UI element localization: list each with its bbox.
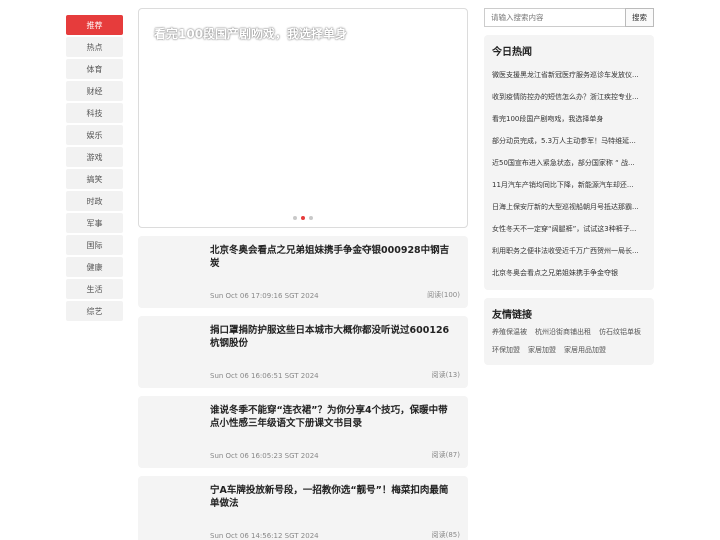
nav-item-politics[interactable]: 时政 <box>66 191 123 211</box>
hot-news-item[interactable]: 北京冬奥会看点之兄弟姐妹携手争金夺银 <box>492 262 646 284</box>
article-read-count: 阅读(100) <box>427 291 460 299</box>
nav-item-life[interactable]: 生活 <box>66 279 123 299</box>
nav-item-games[interactable]: 游戏 <box>66 147 123 167</box>
article-date: Sun Oct 06 16:05:23 SGT 2024 <box>210 452 319 460</box>
carousel-dot[interactable] <box>293 216 297 220</box>
article-title[interactable]: 捐口罩捐防护服这些日本城市大概你都没听说过600126杭钢股份 <box>210 324 456 350</box>
nav-item-variety[interactable]: 综艺 <box>66 301 123 321</box>
friend-links-title: 友情链接 <box>492 310 532 321</box>
nav-item-hot[interactable]: 热点 <box>66 37 123 57</box>
carousel-dots <box>139 216 467 220</box>
hot-news-item[interactable]: 女性冬天不一定穿“阔腿裤”，试试这3种裤子... <box>492 218 646 240</box>
nav-item-international[interactable]: 国际 <box>66 235 123 255</box>
nav-item-finance[interactable]: 财经 <box>66 81 123 101</box>
search-bar: 搜索 <box>484 8 654 27</box>
article-date: Sun Oct 06 14:56:12 SGT 2024 <box>210 532 319 540</box>
article-title[interactable]: 北京冬奥会看点之兄弟姐妹携手争金夺银000928中钢吉炭 <box>210 244 456 270</box>
nav-item-entertainment[interactable]: 娱乐 <box>66 125 123 145</box>
friend-link[interactable]: 家居用品加盟 <box>564 345 606 355</box>
hot-news-title: 今日热闻 <box>492 47 532 58</box>
category-nav: 推荐 热点 体育 财经 科技 娱乐 游戏 搞笑 时政 军事 国际 健康 生活 综… <box>66 15 123 323</box>
article-title[interactable]: 谁说冬季不能穿“连衣裙”？为你分享4个技巧，保暖中带点小性感三年级语文下册课文书… <box>210 404 456 430</box>
friend-link[interactable]: 环保加盟 <box>492 345 520 355</box>
article-thumbnail[interactable] <box>138 396 200 468</box>
article-read-count: 阅读(85) <box>431 531 460 539</box>
sidebar: 搜索 今日热闻 微医支援黑龙江省新冠医疗服务巡诊车发放仪... 收到疫情防控办的… <box>484 8 654 365</box>
friend-links-panel: 友情链接 养殖保温被 杭州沿街商铺出租 仿石纹铝单板 环保加盟 家居加盟 家居用… <box>484 298 654 365</box>
banner-title[interactable]: 看完100段国产剧吻戏，我选择单身 <box>154 25 347 42</box>
main-content: 看完100段国产剧吻戏，我选择单身 北京冬奥会看点之兄弟姐妹携手争金夺银0009… <box>138 8 468 540</box>
carousel-dot[interactable] <box>309 216 313 220</box>
friend-link[interactable]: 养殖保温被 <box>492 327 527 337</box>
friend-link[interactable]: 家居加盟 <box>528 345 556 355</box>
hot-news-item[interactable]: 收到疫情防控办的短信怎么办？浙江疾控专业... <box>492 86 646 108</box>
hot-news-item[interactable]: 看完100段国产剧吻戏，我选择单身 <box>492 108 646 130</box>
friend-link[interactable]: 仿石纹铝单板 <box>599 327 641 337</box>
search-button[interactable]: 搜索 <box>625 8 654 27</box>
nav-item-health[interactable]: 健康 <box>66 257 123 277</box>
hot-news-item[interactable]: 利用职务之便非法收受近千万广西贺州一局长... <box>492 240 646 262</box>
carousel-dot-active[interactable] <box>301 216 305 220</box>
article-date: Sun Oct 06 17:09:16 SGT 2024 <box>210 292 319 300</box>
article-card[interactable]: 北京冬奥会看点之兄弟姐妹携手争金夺银000928中钢吉炭 Sun Oct 06 … <box>138 236 468 308</box>
article-card[interactable]: 捐口罩捐防护服这些日本城市大概你都没听说过600126杭钢股份 Sun Oct … <box>138 316 468 388</box>
article-date: Sun Oct 06 16:06:51 SGT 2024 <box>210 372 319 380</box>
nav-item-tech[interactable]: 科技 <box>66 103 123 123</box>
hot-news-item[interactable]: 近50国宣布进入紧急状态，部分国家称 “ 战... <box>492 152 646 174</box>
article-card[interactable]: 谁说冬季不能穿“连衣裙”？为你分享4个技巧，保暖中带点小性感三年级语文下册课文书… <box>138 396 468 468</box>
article-read-count: 阅读(13) <box>431 371 460 379</box>
article-thumbnail[interactable] <box>138 236 200 308</box>
friend-link[interactable]: 杭州沿街商铺出租 <box>535 327 591 337</box>
hot-news-item[interactable]: 11月汽车产销均同比下降，新能源汽车却还... <box>492 174 646 196</box>
hot-news-panel: 今日热闻 微医支援黑龙江省新冠医疗服务巡诊车发放仪... 收到疫情防控办的短信怎… <box>484 35 654 290</box>
hot-news-item[interactable]: 微医支援黑龙江省新冠医疗服务巡诊车发放仪... <box>492 64 646 86</box>
hot-news-item[interactable]: 部分动员完成，5.3万人主动参军！马特维延... <box>492 130 646 152</box>
article-read-count: 阅读(87) <box>431 451 460 459</box>
article-title[interactable]: 宁A车牌投放新号段，一招教你选“靓号”！梅菜扣肉最简单做法 <box>210 484 456 510</box>
banner-carousel[interactable]: 看完100段国产剧吻戏，我选择单身 <box>138 8 468 228</box>
nav-item-funny[interactable]: 搞笑 <box>66 169 123 189</box>
friend-links-list: 养殖保温被 杭州沿街商铺出租 仿石纹铝单板 环保加盟 家居加盟 家居用品加盟 <box>492 327 646 359</box>
nav-item-sports[interactable]: 体育 <box>66 59 123 79</box>
nav-item-recommend[interactable]: 推荐 <box>66 15 123 35</box>
article-thumbnail[interactable] <box>138 316 200 388</box>
article-card[interactable]: 宁A车牌投放新号段，一招教你选“靓号”！梅菜扣肉最简单做法 Sun Oct 06… <box>138 476 468 540</box>
hot-news-item[interactable]: 日海上保安厅新的大型巡视船朝月号抵达那霸... <box>492 196 646 218</box>
article-thumbnail[interactable] <box>138 476 200 540</box>
nav-item-military[interactable]: 军事 <box>66 213 123 233</box>
search-input[interactable] <box>484 8 625 27</box>
